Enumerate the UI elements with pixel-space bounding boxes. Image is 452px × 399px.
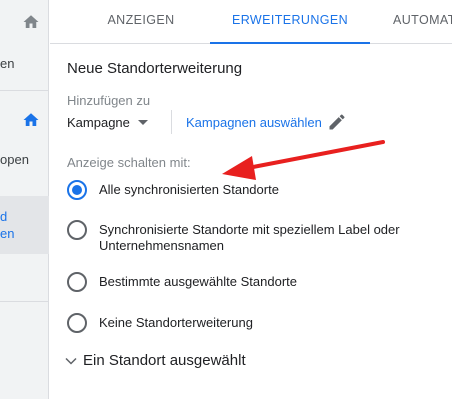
radio-option-selected-locations[interactable]: Bestimmte ausgewählte Standorte xyxy=(67,272,419,292)
sidebar-item-label: en xyxy=(0,226,15,241)
select-campaigns-link[interactable]: Kampagnen auswählen xyxy=(186,115,322,130)
add-to-select[interactable]: Kampagne xyxy=(67,115,148,130)
location-extension-form: Neue Standorterweiterung Hinzufügen zu K… xyxy=(50,44,452,399)
sidebar-item-selected[interactable]: d en xyxy=(0,196,49,254)
radio-button[interactable] xyxy=(67,220,87,240)
radio-option-no-extension[interactable]: Keine Standorterweiterung xyxy=(67,313,419,333)
home-icon[interactable] xyxy=(22,111,40,129)
left-sidebar: en open d en xyxy=(0,0,49,399)
location-summary: Ein Standort ausgewählt xyxy=(83,352,246,369)
edit-pencil-icon[interactable] xyxy=(327,112,347,132)
sidebar-divider xyxy=(0,90,49,91)
serve-with-label: Anzeige schalten mit: xyxy=(67,155,191,170)
radio-label: Alle synchronisierten Standorte xyxy=(99,182,279,197)
page-title: Neue Standorterweiterung xyxy=(67,60,243,77)
radio-button[interactable] xyxy=(67,180,87,200)
sidebar-item-label: d xyxy=(0,209,8,224)
tab-bar: ANZEIGEN ERWEITERUNGEN AUTOMAT xyxy=(50,0,452,44)
radio-label: Bestimmte ausgewählte Standorte xyxy=(99,274,297,289)
tab-automatisiert[interactable]: AUTOMAT xyxy=(393,0,452,44)
radio-button[interactable] xyxy=(67,313,87,333)
radio-option-synced-by-label[interactable]: Synchronisierte Standorte mit speziellem… xyxy=(67,220,419,254)
radio-button[interactable] xyxy=(67,272,87,292)
radio-option-all-synced[interactable]: Alle synchronisierten Standorte xyxy=(67,180,419,200)
radio-label: Synchronisierte Standorte mit speziellem… xyxy=(99,222,400,253)
chevron-down-icon xyxy=(65,357,77,365)
add-to-label: Hinzufügen zu xyxy=(67,93,151,108)
chevron-down-icon xyxy=(137,120,148,125)
tab-anzeigen[interactable]: ANZEIGEN xyxy=(100,0,182,44)
sidebar-divider xyxy=(0,301,49,302)
location-summary-expander[interactable]: Ein Standort ausgewählt xyxy=(65,352,246,369)
divider xyxy=(171,110,172,134)
sidebar-item-label[interactable]: en xyxy=(0,56,14,71)
sidebar-item-label[interactable]: open xyxy=(0,152,29,167)
tab-erweiterungen[interactable]: ERWEITERUNGEN xyxy=(210,0,370,44)
home-icon[interactable] xyxy=(22,13,40,31)
radio-label: Keine Standorterweiterung xyxy=(99,315,253,330)
add-to-value: Kampagne xyxy=(67,115,130,130)
